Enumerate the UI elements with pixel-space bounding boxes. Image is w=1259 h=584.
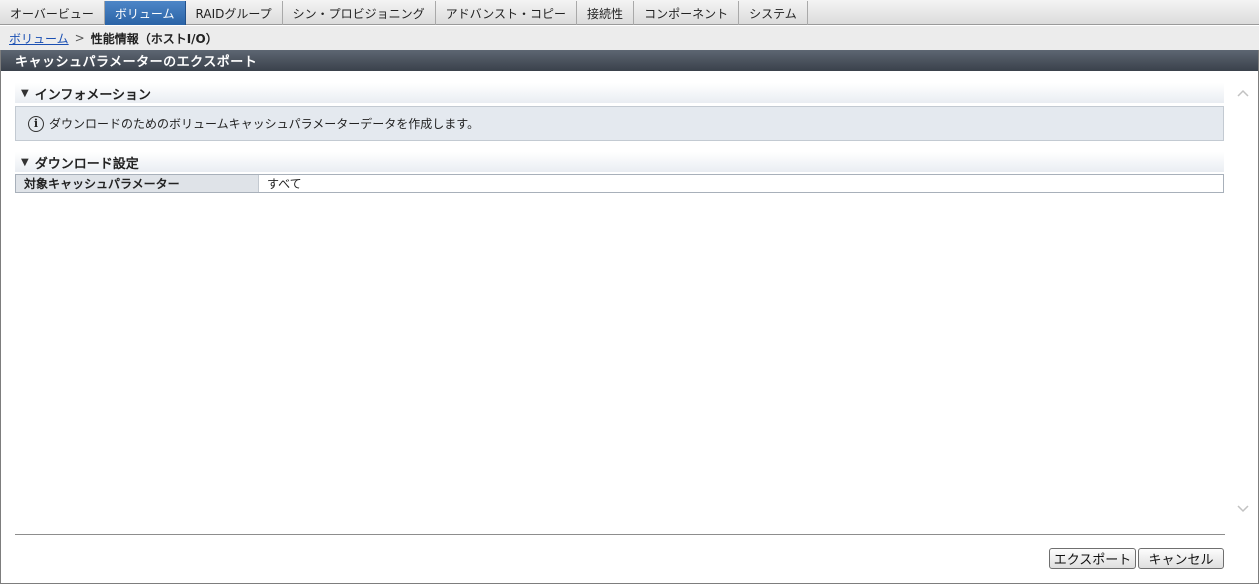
export-button[interactable]: エクスポート [1049,548,1136,569]
breadcrumb: ボリューム > 性能情報（ホストI/O） [0,26,1259,50]
scroll-down-icon[interactable] [1236,503,1250,515]
information-section-header[interactable]: ▼ インフォメーション [15,83,1224,103]
information-message: ダウンロードのためのボリュームキャッシュパラメーターデータを作成します。 [49,117,480,131]
footer-divider [15,534,1225,535]
breadcrumb-separator: > [74,31,85,45]
information-heading: インフォメーション [34,87,152,103]
download-settings-section-header[interactable]: ▼ ダウンロード設定 [15,152,1224,172]
target-cache-parameter-label: 対象キャッシュパラメーター [16,175,259,192]
dialog-frame: キャッシュパラメーターのエクスポート ▼ インフォメーション i ダウンロードの… [0,50,1259,584]
tab-connectivity[interactable]: 接続性 [577,1,635,25]
info-icon: i [28,115,44,132]
breadcrumb-link-volume[interactable]: ボリューム [9,30,69,47]
scroll-up-icon[interactable] [1236,87,1250,99]
dialog-title: キャッシュパラメーターのエクスポート [1,50,1258,71]
tab-thin-provisioning[interactable]: シン・プロビジョニング [283,1,436,25]
tab-overview[interactable]: オーバービュー [0,1,105,25]
tab-system[interactable]: システム [739,1,808,25]
breadcrumb-current: 性能情報（ホストI/O） [90,31,218,46]
target-cache-parameter-value: すべて [259,175,1223,192]
collapse-triangle-icon: ▼ [21,87,29,99]
cancel-button[interactable]: キャンセル [1138,548,1224,569]
information-box: i ダウンロードのためのボリュームキャッシュパラメーターデータを作成します。 [15,106,1224,141]
tab-component[interactable]: コンポーネント [634,1,740,25]
download-settings-table: 対象キャッシュパラメーター すべて [15,174,1224,193]
collapse-triangle-icon: ▼ [21,156,29,168]
tab-volume[interactable]: ボリューム [104,1,186,25]
tab-raid-group[interactable]: RAIDグループ [186,1,283,25]
download-settings-heading: ダウンロード設定 [34,156,139,172]
main-tab-bar: オーバービュー ボリューム RAIDグループ シン・プロビジョニング アドバンス… [0,0,1259,25]
tab-advanced-copy[interactable]: アドバンスト・コピー [436,1,578,25]
